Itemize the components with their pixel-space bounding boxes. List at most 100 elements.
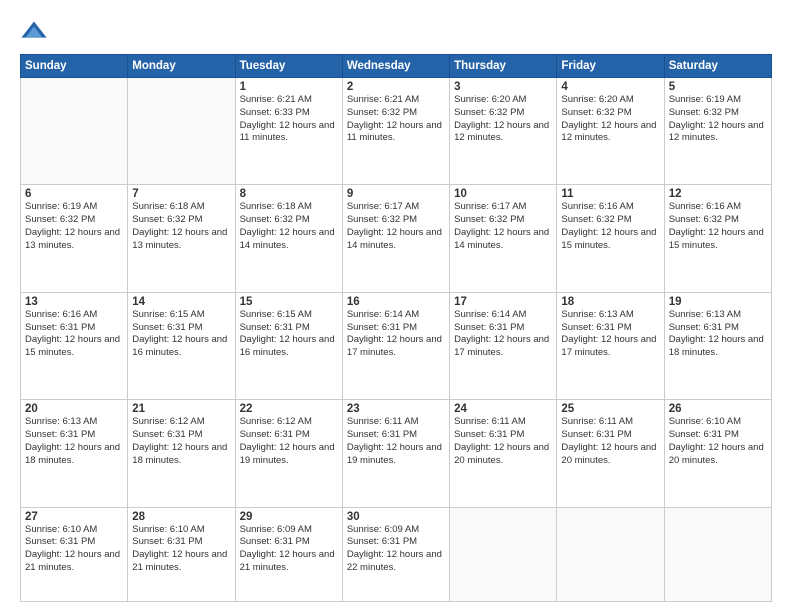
day-info: Sunrise: 6:09 AM Sunset: 6:31 PM Dayligh… <box>240 524 338 575</box>
day-info: Sunrise: 6:20 AM Sunset: 6:32 PM Dayligh… <box>561 94 659 145</box>
logo-icon <box>20 18 48 46</box>
day-number: 4 <box>561 81 659 93</box>
day-number: 10 <box>454 188 552 200</box>
day-info: Sunrise: 6:11 AM Sunset: 6:31 PM Dayligh… <box>347 416 445 467</box>
day-info: Sunrise: 6:13 AM Sunset: 6:31 PM Dayligh… <box>561 309 659 360</box>
day-number: 18 <box>561 296 659 308</box>
day-info: Sunrise: 6:09 AM Sunset: 6:31 PM Dayligh… <box>347 524 445 575</box>
day-info: Sunrise: 6:10 AM Sunset: 6:31 PM Dayligh… <box>25 524 123 575</box>
day-info: Sunrise: 6:17 AM Sunset: 6:32 PM Dayligh… <box>454 201 552 252</box>
day-info: Sunrise: 6:21 AM Sunset: 6:32 PM Dayligh… <box>347 94 445 145</box>
day-info: Sunrise: 6:17 AM Sunset: 6:32 PM Dayligh… <box>347 201 445 252</box>
calendar-cell: 24Sunrise: 6:11 AM Sunset: 6:31 PM Dayli… <box>450 400 557 507</box>
calendar-week-4: 20Sunrise: 6:13 AM Sunset: 6:31 PM Dayli… <box>21 400 772 507</box>
calendar-cell: 1Sunrise: 6:21 AM Sunset: 6:33 PM Daylig… <box>235 78 342 185</box>
day-number: 29 <box>240 511 338 523</box>
calendar-cell: 15Sunrise: 6:15 AM Sunset: 6:31 PM Dayli… <box>235 292 342 399</box>
calendar-cell: 21Sunrise: 6:12 AM Sunset: 6:31 PM Dayli… <box>128 400 235 507</box>
calendar-table: SundayMondayTuesdayWednesdayThursdayFrid… <box>20 54 772 602</box>
day-info: Sunrise: 6:15 AM Sunset: 6:31 PM Dayligh… <box>240 309 338 360</box>
calendar-cell: 10Sunrise: 6:17 AM Sunset: 6:32 PM Dayli… <box>450 185 557 292</box>
calendar-cell: 23Sunrise: 6:11 AM Sunset: 6:31 PM Dayli… <box>342 400 449 507</box>
calendar-week-2: 6Sunrise: 6:19 AM Sunset: 6:32 PM Daylig… <box>21 185 772 292</box>
day-number: 23 <box>347 403 445 415</box>
day-info: Sunrise: 6:13 AM Sunset: 6:31 PM Dayligh… <box>25 416 123 467</box>
day-number: 26 <box>669 403 767 415</box>
day-number: 5 <box>669 81 767 93</box>
day-info: Sunrise: 6:16 AM Sunset: 6:31 PM Dayligh… <box>25 309 123 360</box>
day-number: 7 <box>132 188 230 200</box>
calendar-cell <box>21 78 128 185</box>
logo <box>20 18 52 46</box>
day-info: Sunrise: 6:15 AM Sunset: 6:31 PM Dayligh… <box>132 309 230 360</box>
day-number: 25 <box>561 403 659 415</box>
day-number: 19 <box>669 296 767 308</box>
calendar-cell: 6Sunrise: 6:19 AM Sunset: 6:32 PM Daylig… <box>21 185 128 292</box>
day-number: 9 <box>347 188 445 200</box>
day-number: 13 <box>25 296 123 308</box>
calendar-week-3: 13Sunrise: 6:16 AM Sunset: 6:31 PM Dayli… <box>21 292 772 399</box>
day-info: Sunrise: 6:18 AM Sunset: 6:32 PM Dayligh… <box>240 201 338 252</box>
day-number: 20 <box>25 403 123 415</box>
calendar-cell: 14Sunrise: 6:15 AM Sunset: 6:31 PM Dayli… <box>128 292 235 399</box>
calendar-cell: 25Sunrise: 6:11 AM Sunset: 6:31 PM Dayli… <box>557 400 664 507</box>
day-number: 21 <box>132 403 230 415</box>
calendar-header-row: SundayMondayTuesdayWednesdayThursdayFrid… <box>21 55 772 78</box>
calendar-cell <box>557 507 664 601</box>
day-info: Sunrise: 6:10 AM Sunset: 6:31 PM Dayligh… <box>132 524 230 575</box>
calendar-week-5: 27Sunrise: 6:10 AM Sunset: 6:31 PM Dayli… <box>21 507 772 601</box>
calendar-cell: 28Sunrise: 6:10 AM Sunset: 6:31 PM Dayli… <box>128 507 235 601</box>
day-number: 8 <box>240 188 338 200</box>
day-info: Sunrise: 6:10 AM Sunset: 6:31 PM Dayligh… <box>669 416 767 467</box>
day-number: 11 <box>561 188 659 200</box>
day-info: Sunrise: 6:14 AM Sunset: 6:31 PM Dayligh… <box>454 309 552 360</box>
day-info: Sunrise: 6:20 AM Sunset: 6:32 PM Dayligh… <box>454 94 552 145</box>
day-header-monday: Monday <box>128 55 235 78</box>
calendar-cell: 5Sunrise: 6:19 AM Sunset: 6:32 PM Daylig… <box>664 78 771 185</box>
calendar-cell <box>664 507 771 601</box>
calendar-cell: 30Sunrise: 6:09 AM Sunset: 6:31 PM Dayli… <box>342 507 449 601</box>
day-info: Sunrise: 6:14 AM Sunset: 6:31 PM Dayligh… <box>347 309 445 360</box>
calendar-cell <box>128 78 235 185</box>
day-header-sunday: Sunday <box>21 55 128 78</box>
day-number: 3 <box>454 81 552 93</box>
day-info: Sunrise: 6:21 AM Sunset: 6:33 PM Dayligh… <box>240 94 338 145</box>
day-info: Sunrise: 6:11 AM Sunset: 6:31 PM Dayligh… <box>561 416 659 467</box>
calendar-cell: 11Sunrise: 6:16 AM Sunset: 6:32 PM Dayli… <box>557 185 664 292</box>
calendar-cell: 17Sunrise: 6:14 AM Sunset: 6:31 PM Dayli… <box>450 292 557 399</box>
calendar-cell: 7Sunrise: 6:18 AM Sunset: 6:32 PM Daylig… <box>128 185 235 292</box>
day-header-saturday: Saturday <box>664 55 771 78</box>
calendar-cell <box>450 507 557 601</box>
day-info: Sunrise: 6:12 AM Sunset: 6:31 PM Dayligh… <box>240 416 338 467</box>
day-header-thursday: Thursday <box>450 55 557 78</box>
day-header-wednesday: Wednesday <box>342 55 449 78</box>
day-info: Sunrise: 6:16 AM Sunset: 6:32 PM Dayligh… <box>669 201 767 252</box>
day-info: Sunrise: 6:18 AM Sunset: 6:32 PM Dayligh… <box>132 201 230 252</box>
day-number: 14 <box>132 296 230 308</box>
day-number: 27 <box>25 511 123 523</box>
calendar-cell: 16Sunrise: 6:14 AM Sunset: 6:31 PM Dayli… <box>342 292 449 399</box>
calendar-cell: 8Sunrise: 6:18 AM Sunset: 6:32 PM Daylig… <box>235 185 342 292</box>
day-number: 28 <box>132 511 230 523</box>
day-number: 22 <box>240 403 338 415</box>
calendar-cell: 18Sunrise: 6:13 AM Sunset: 6:31 PM Dayli… <box>557 292 664 399</box>
day-info: Sunrise: 6:16 AM Sunset: 6:32 PM Dayligh… <box>561 201 659 252</box>
day-info: Sunrise: 6:11 AM Sunset: 6:31 PM Dayligh… <box>454 416 552 467</box>
day-header-tuesday: Tuesday <box>235 55 342 78</box>
calendar-cell: 13Sunrise: 6:16 AM Sunset: 6:31 PM Dayli… <box>21 292 128 399</box>
calendar-week-1: 1Sunrise: 6:21 AM Sunset: 6:33 PM Daylig… <box>21 78 772 185</box>
day-number: 30 <box>347 511 445 523</box>
calendar-cell: 2Sunrise: 6:21 AM Sunset: 6:32 PM Daylig… <box>342 78 449 185</box>
calendar-cell: 9Sunrise: 6:17 AM Sunset: 6:32 PM Daylig… <box>342 185 449 292</box>
page: SundayMondayTuesdayWednesdayThursdayFrid… <box>0 0 792 612</box>
day-info: Sunrise: 6:19 AM Sunset: 6:32 PM Dayligh… <box>669 94 767 145</box>
calendar-cell: 27Sunrise: 6:10 AM Sunset: 6:31 PM Dayli… <box>21 507 128 601</box>
day-info: Sunrise: 6:19 AM Sunset: 6:32 PM Dayligh… <box>25 201 123 252</box>
calendar-cell: 26Sunrise: 6:10 AM Sunset: 6:31 PM Dayli… <box>664 400 771 507</box>
day-number: 17 <box>454 296 552 308</box>
day-number: 24 <box>454 403 552 415</box>
day-info: Sunrise: 6:13 AM Sunset: 6:31 PM Dayligh… <box>669 309 767 360</box>
day-number: 1 <box>240 81 338 93</box>
day-header-friday: Friday <box>557 55 664 78</box>
calendar-cell: 29Sunrise: 6:09 AM Sunset: 6:31 PM Dayli… <box>235 507 342 601</box>
